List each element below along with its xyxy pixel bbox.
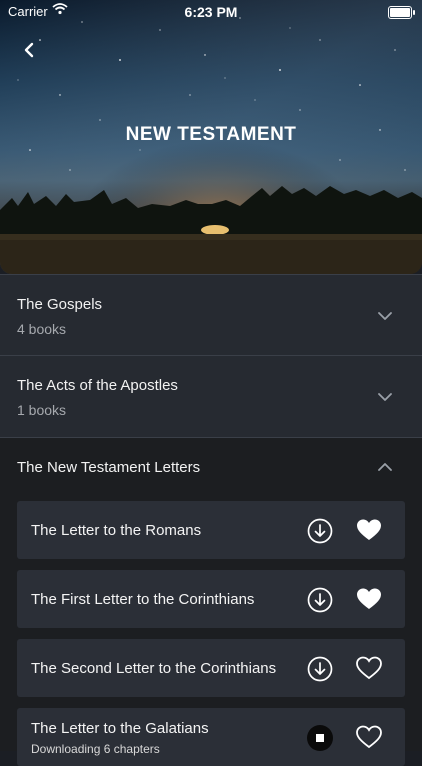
section-title: The Acts of the Apostles xyxy=(17,377,178,394)
book-title: The First Letter to the Corinthians xyxy=(31,591,255,608)
chevron-down-icon[interactable] xyxy=(376,388,394,406)
stop-download-icon[interactable] xyxy=(307,725,333,751)
book-title: The Letter to the Galatians xyxy=(31,720,209,737)
book-card-1-corinthians[interactable]: The First Letter to the Corinthians xyxy=(17,570,405,628)
section-gospels[interactable]: The Gospels 4 books xyxy=(0,274,422,356)
section-title[interactable]: The New Testament Letters xyxy=(17,459,200,476)
clock: 6:23 PM xyxy=(184,4,238,20)
heart-icon[interactable] xyxy=(356,587,382,611)
header-image: Carrier 6:23 PM NEW TESTAMENT xyxy=(0,0,422,274)
book-title: The Second Letter to the Corinthians xyxy=(31,660,277,677)
download-circle-icon[interactable] xyxy=(307,587,333,613)
section-letters: The New Testament Letters The Letter to … xyxy=(0,437,422,766)
chevron-left-icon[interactable] xyxy=(18,38,42,62)
download-circle-icon[interactable] xyxy=(307,518,333,544)
book-title: The Letter to the Romans xyxy=(31,522,202,539)
status-bar: Carrier 6:23 PM xyxy=(0,0,422,24)
book-card-galatians[interactable]: The Letter to the Galatians Downloading … xyxy=(17,708,405,766)
chevron-down-icon[interactable] xyxy=(376,307,394,325)
book-card-romans[interactable]: The Letter to the Romans xyxy=(17,501,405,559)
heart-outline-icon[interactable] xyxy=(356,725,382,749)
book-card-2-corinthians[interactable]: The Second Letter to the Corinthians xyxy=(17,639,405,697)
section-subtitle: 1 books xyxy=(17,402,67,418)
section-title: The Gospels xyxy=(17,296,103,313)
download-status: Downloading 6 chapters xyxy=(31,742,160,756)
chevron-up-icon[interactable] xyxy=(376,458,394,476)
section-subtitle: 4 books xyxy=(17,321,67,337)
page-title: NEW TESTAMENT xyxy=(125,124,297,145)
battery-icon xyxy=(388,6,415,19)
section-acts[interactable]: The Acts of the Apostles 1 books xyxy=(0,355,422,438)
heart-icon[interactable] xyxy=(356,518,382,542)
download-circle-icon[interactable] xyxy=(307,656,333,682)
heart-outline-icon[interactable] xyxy=(356,656,382,680)
